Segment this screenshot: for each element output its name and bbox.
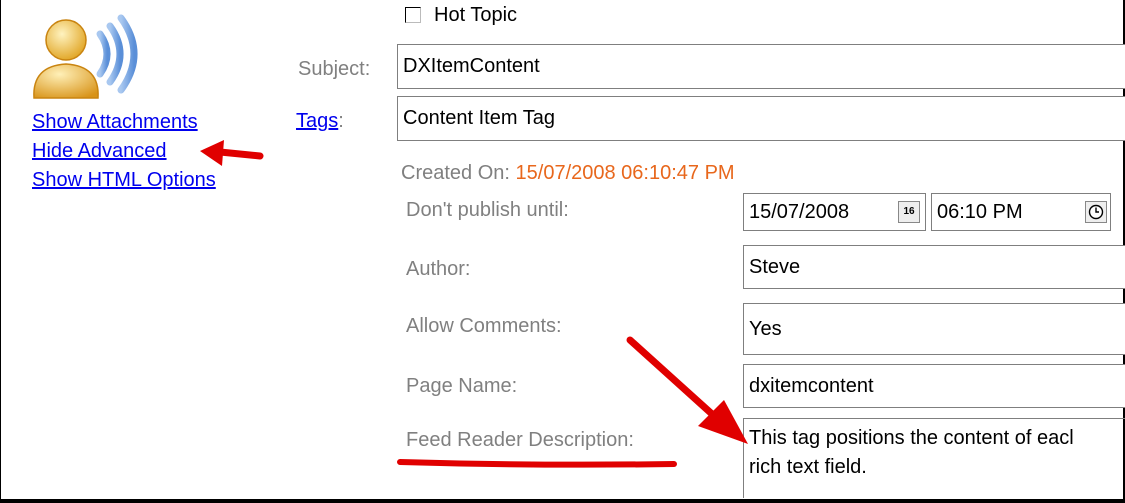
subject-value: DXItemContent [403, 55, 540, 77]
comments-select[interactable]: Yes [743, 303, 1125, 355]
tags-colon: : [338, 110, 344, 132]
calendar-icon[interactable]: 16 [898, 201, 920, 223]
page-name-field[interactable]: dxitemcontent [743, 364, 1125, 408]
hot-topic-label: Hot Topic [434, 4, 518, 26]
author-value: Steve [749, 255, 801, 278]
publish-label: Don't publish until: [406, 199, 569, 221]
show-attachments-link[interactable]: Show Attachments [32, 111, 198, 134]
frame-left-border [0, 0, 1, 503]
comments-label: Allow Comments: [406, 315, 562, 337]
user-broadcast-icon [28, 8, 146, 103]
page-name-label: Page Name: [406, 375, 518, 397]
author-field[interactable]: Steve [743, 245, 1125, 289]
feed-line-1: This tag positions the content of eacl [749, 427, 1074, 449]
hide-advanced-link[interactable]: Hide Advanced [32, 140, 167, 163]
created-on-row: Created On: 15/07/2008 06:10:47 PM [401, 162, 735, 185]
publish-date-value: 15/07/2008 [749, 200, 850, 223]
publish-time-field[interactable]: 06:10 PM [931, 193, 1111, 231]
publish-time-value: 06:10 PM [937, 200, 1023, 223]
author-label: Author: [406, 258, 471, 280]
show-html-options-link[interactable]: Show HTML Options [32, 169, 216, 192]
annotation-arrow-left [198, 136, 264, 172]
created-on-label: Created On: [401, 162, 510, 184]
tags-field[interactable]: Content Item Tag [397, 96, 1125, 141]
annotation-underline [395, 454, 680, 470]
tags-link[interactable]: Tags [296, 110, 338, 132]
calendar-day: 16 [903, 206, 915, 217]
hot-topic-checkbox[interactable] [405, 7, 421, 23]
subject-field[interactable]: DXItemContent [397, 44, 1125, 89]
tags-label-wrap: Tags: [296, 110, 344, 133]
feed-description-textarea[interactable]: This tag positions the content of eacl r… [743, 418, 1125, 498]
created-on-value: 15/07/2008 06:10:47 PM [515, 162, 735, 184]
feed-line-2: rich text field. [749, 456, 867, 478]
tags-value: Content Item Tag [403, 107, 555, 129]
clock-icon[interactable] [1085, 201, 1107, 223]
feed-label: Feed Reader Description: [406, 429, 634, 451]
subject-label: Subject: [298, 58, 371, 80]
page-name-value: dxitemcontent [749, 374, 874, 397]
frame-bottom-border [0, 499, 1125, 503]
annotation-arrow-diagonal [620, 332, 754, 452]
